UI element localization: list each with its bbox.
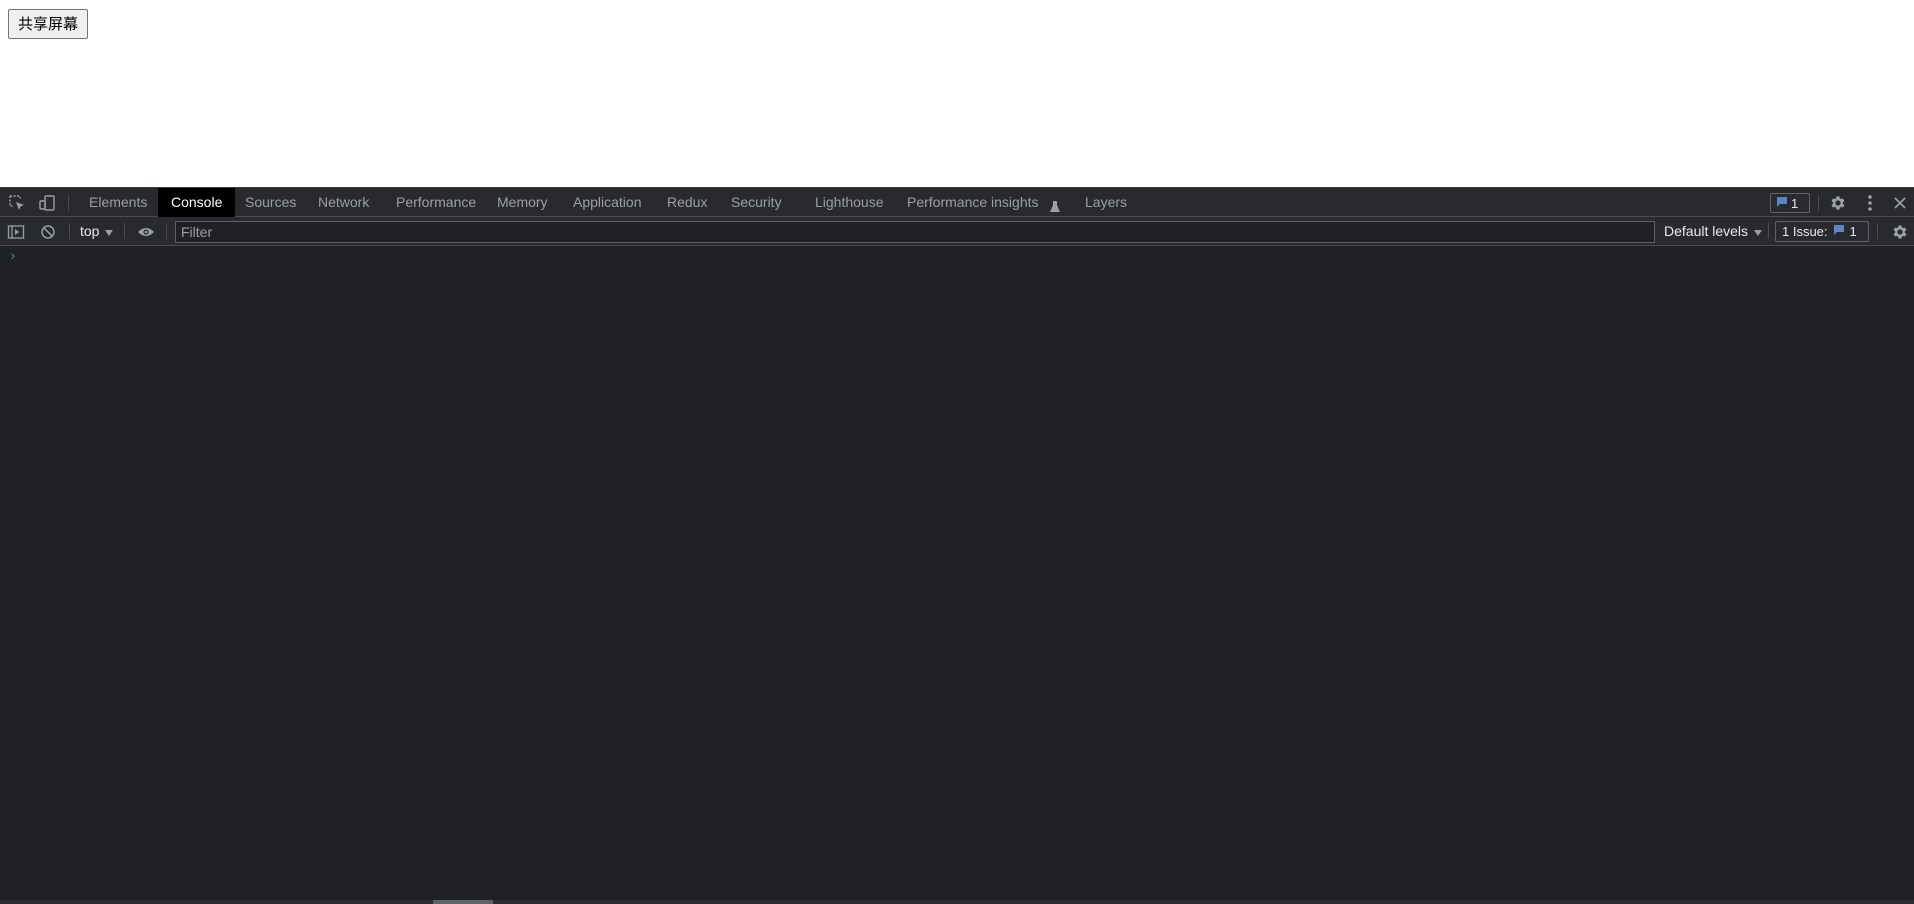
messages-badge[interactable]: 1 (1770, 193, 1810, 213)
inspect-element-icon[interactable] (7, 193, 27, 213)
toolbar-divider (68, 195, 69, 211)
devtools-panel: Elements Console Sources Network Perform… (0, 187, 1914, 904)
share-screen-button[interactable]: 共享屏幕 (8, 9, 89, 39)
toolbar-divider (124, 223, 125, 239)
issues-button[interactable]: 1 Issue: 1 (1775, 221, 1869, 242)
context-value: top (80, 223, 100, 239)
gear-icon[interactable] (1828, 193, 1848, 213)
tab-performance-insights[interactable]: Performance insights (894, 188, 1073, 217)
tab-sources[interactable]: Sources (232, 188, 309, 217)
device-toolbar-icon[interactable] (37, 193, 57, 213)
toolbar-divider (1768, 223, 1769, 239)
tab-lighthouse[interactable]: Lighthouse (802, 188, 897, 217)
toolbar-divider (69, 223, 70, 239)
tab-performance-insights-label: Performance insights (907, 194, 1039, 210)
scrollbar-thumb[interactable] (433, 900, 493, 904)
tab-elements[interactable]: Elements (76, 188, 160, 217)
tab-layers[interactable]: Layers (1072, 188, 1140, 217)
tab-memory[interactable]: Memory (484, 188, 561, 217)
tab-performance[interactable]: Performance (383, 188, 489, 217)
web-page: 共享屏幕 (0, 0, 1914, 187)
tab-application[interactable]: Application (560, 188, 655, 217)
dropdown-triangle-icon (105, 221, 114, 241)
close-icon[interactable] (1890, 193, 1910, 213)
toolbar-divider (166, 223, 167, 239)
console-output[interactable]: › (0, 246, 1914, 904)
messages-count: 1 (1791, 195, 1799, 211)
live-expression-eye-icon[interactable] (136, 222, 156, 242)
issues-label: 1 Issue: (1782, 224, 1828, 239)
log-levels-label: Default levels (1664, 223, 1749, 239)
issues-count: 1 (1849, 224, 1857, 239)
tab-network[interactable]: Network (305, 188, 382, 217)
console-toolbar: top Default levels 1 Issue: (0, 217, 1914, 246)
tab-redux[interactable]: Redux (654, 188, 720, 217)
tab-security[interactable]: Security (718, 188, 795, 217)
message-bubble-icon (1776, 196, 1788, 211)
sidebar-toggle-icon[interactable] (6, 222, 26, 242)
clear-console-icon[interactable] (38, 222, 58, 242)
message-bubble-icon (1833, 224, 1845, 239)
console-prompt[interactable]: › (9, 249, 17, 264)
toolbar-divider (1877, 223, 1878, 239)
context-selector[interactable]: top (80, 221, 114, 241)
tab-console[interactable]: Console (158, 188, 236, 217)
filter-input[interactable] (175, 221, 1655, 243)
gear-icon[interactable] (1890, 222, 1910, 242)
horizontal-scrollbar[interactable] (0, 900, 1914, 904)
devtools-tab-bar: Elements Console Sources Network Perform… (0, 187, 1914, 217)
dropdown-triangle-icon (1754, 221, 1763, 241)
log-levels-dropdown[interactable]: Default levels (1664, 221, 1763, 241)
more-vertical-icon[interactable] (1860, 193, 1880, 213)
toolbar-divider (1818, 195, 1819, 211)
